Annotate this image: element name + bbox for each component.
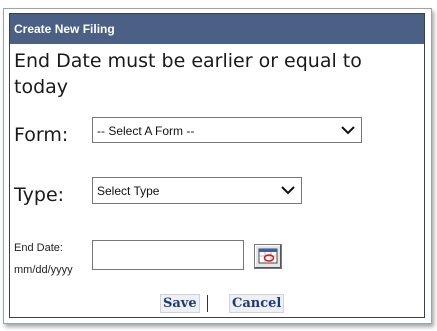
calendar-button[interactable] xyxy=(254,244,282,269)
type-label: Type: xyxy=(14,184,65,206)
end-date-input[interactable] xyxy=(92,240,244,270)
dialog-title: Create New Filing xyxy=(10,14,424,44)
end-date-label: End Date: xyxy=(14,242,63,254)
dialog-body: Create New Filing End Date must be earli… xyxy=(9,13,425,318)
save-button[interactable]: Save xyxy=(160,294,200,313)
chevron-down-icon xyxy=(341,126,355,135)
form-label: Form: xyxy=(14,124,69,146)
chevron-down-icon xyxy=(281,186,295,195)
calendar-icon xyxy=(258,248,278,264)
cancel-button[interactable]: Cancel xyxy=(229,294,285,313)
button-separator xyxy=(207,295,208,312)
type-select[interactable]: Select Type xyxy=(92,177,302,204)
validation-message: End Date must be earlier or equal to tod… xyxy=(14,50,362,98)
create-filing-dialog: Create New Filing End Date must be earli… xyxy=(3,8,432,324)
form-select-value: -- Select A Form -- xyxy=(97,124,195,138)
type-select-value: Select Type xyxy=(97,184,160,198)
form-select[interactable]: -- Select A Form -- xyxy=(92,117,362,143)
end-date-format-hint: mm/dd/yyyy xyxy=(14,264,73,276)
